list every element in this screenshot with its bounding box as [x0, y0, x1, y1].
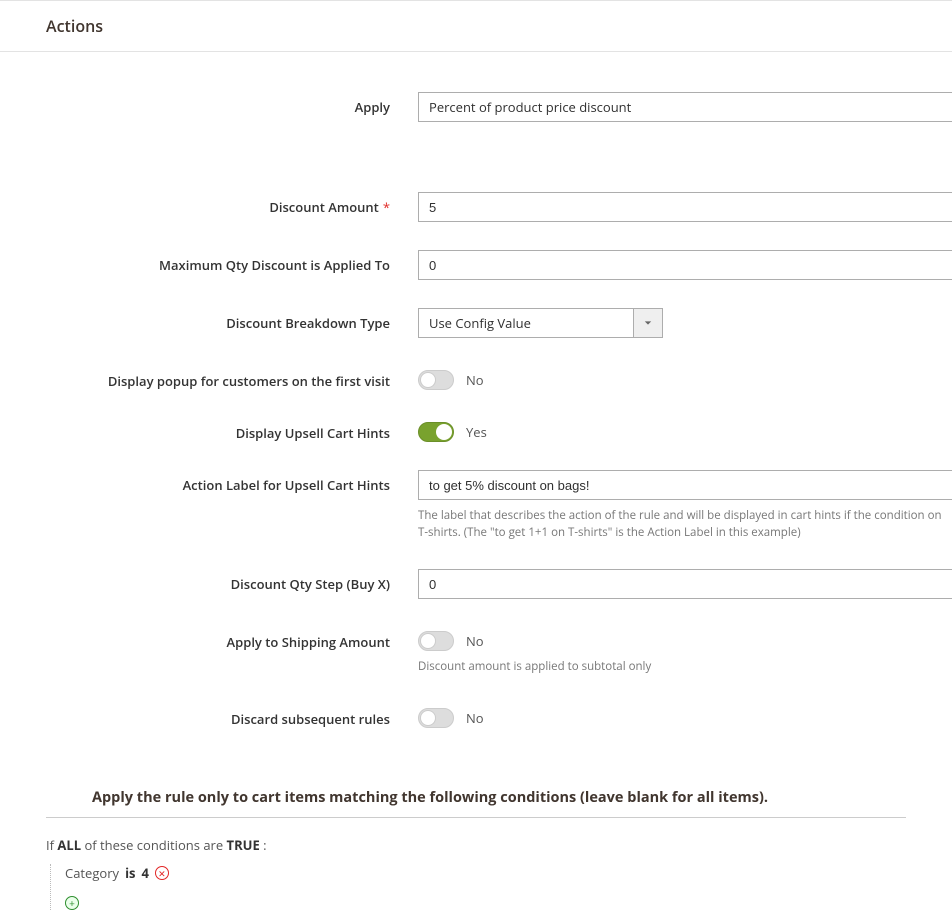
- add-condition-row: +: [65, 896, 952, 910]
- upsell-hints-toggle[interactable]: [418, 422, 454, 442]
- label-action-label: Action Label for Upsell Cart Hints: [0, 470, 418, 494]
- condition-operator[interactable]: is: [125, 864, 135, 882]
- max-qty-input[interactable]: [418, 250, 952, 280]
- required-asterisk: *: [383, 198, 390, 216]
- caret-down-icon: [644, 319, 652, 327]
- add-condition-icon[interactable]: +: [65, 896, 79, 910]
- apply-shipping-help: Discount amount is applied to subtotal o…: [418, 659, 952, 676]
- field-discard-rules: Discard subsequent rules No: [0, 704, 952, 728]
- field-max-qty: Maximum Qty Discount is Applied To: [0, 250, 952, 280]
- field-apply-shipping: Apply to Shipping Amount No Discount amo…: [0, 627, 952, 676]
- field-upsell-hints: Display Upsell Cart Hints Yes: [0, 418, 952, 442]
- breakdown-dropdown-button[interactable]: [633, 308, 663, 338]
- toggle-state-text: No: [466, 371, 484, 389]
- discount-amount-input[interactable]: [418, 192, 952, 222]
- label-discard-rules: Discard subsequent rules: [0, 704, 418, 728]
- apply-shipping-toggle[interactable]: [418, 631, 454, 651]
- label-upsell-hints: Display Upsell Cart Hints: [0, 418, 418, 442]
- breakdown-select[interactable]: Use Config Value: [418, 308, 663, 338]
- label-breakdown-type: Discount Breakdown Type: [0, 308, 418, 332]
- discard-rules-toggle[interactable]: [418, 708, 454, 728]
- field-discount-amount: Discount Amount*: [0, 192, 952, 222]
- field-apply: Apply Percent of product price discount: [0, 92, 952, 122]
- conditions-aggregator-line: If ALL of these conditions are TRUE :: [46, 836, 952, 854]
- actions-form: Apply Percent of product price discount …: [0, 52, 952, 768]
- conditions-heading: Apply the rule only to cart items matchi…: [46, 788, 906, 818]
- field-qty-step: Discount Qty Step (Buy X): [0, 569, 952, 599]
- toggle-state-text: Yes: [466, 423, 487, 441]
- apply-select[interactable]: Percent of product price discount: [418, 92, 952, 122]
- conditions-tree: Category is 4 ✕ +: [50, 864, 952, 910]
- toggle-state-text: No: [466, 709, 484, 727]
- label-apply: Apply: [0, 92, 418, 116]
- condition-attribute[interactable]: Category: [65, 864, 119, 882]
- label-popup-first-visit: Display popup for customers on the first…: [0, 366, 418, 390]
- section-title: Actions: [0, 0, 952, 52]
- field-breakdown-type: Discount Breakdown Type Use Config Value: [0, 308, 952, 338]
- apply-select-value: Percent of product price discount: [418, 92, 952, 122]
- remove-condition-icon[interactable]: ✕: [155, 866, 169, 880]
- label-max-qty: Maximum Qty Discount is Applied To: [0, 250, 418, 274]
- label-apply-shipping: Apply to Shipping Amount: [0, 627, 418, 651]
- field-popup-first-visit: Display popup for customers on the first…: [0, 366, 952, 390]
- toggle-state-text: No: [466, 632, 484, 650]
- popup-first-visit-toggle[interactable]: [418, 370, 454, 390]
- action-label-help: The label that describes the action of t…: [418, 508, 952, 541]
- breakdown-select-value: Use Config Value: [418, 308, 633, 338]
- conditions-section: Apply the rule only to cart items matchi…: [0, 788, 952, 818]
- action-label-input[interactable]: [418, 470, 952, 500]
- condition-row: Category is 4 ✕: [65, 864, 952, 882]
- field-action-label: Action Label for Upsell Cart Hints The l…: [0, 470, 952, 541]
- aggregator-value[interactable]: ALL: [57, 836, 81, 854]
- label-qty-step: Discount Qty Step (Buy X): [0, 569, 418, 593]
- conditions-area: If ALL of these conditions are TRUE : Ca…: [0, 836, 952, 910]
- truth-value[interactable]: TRUE: [227, 836, 260, 854]
- condition-value[interactable]: 4: [142, 864, 149, 882]
- label-discount-amount: Discount Amount*: [0, 192, 418, 216]
- qty-step-input[interactable]: [418, 569, 952, 599]
